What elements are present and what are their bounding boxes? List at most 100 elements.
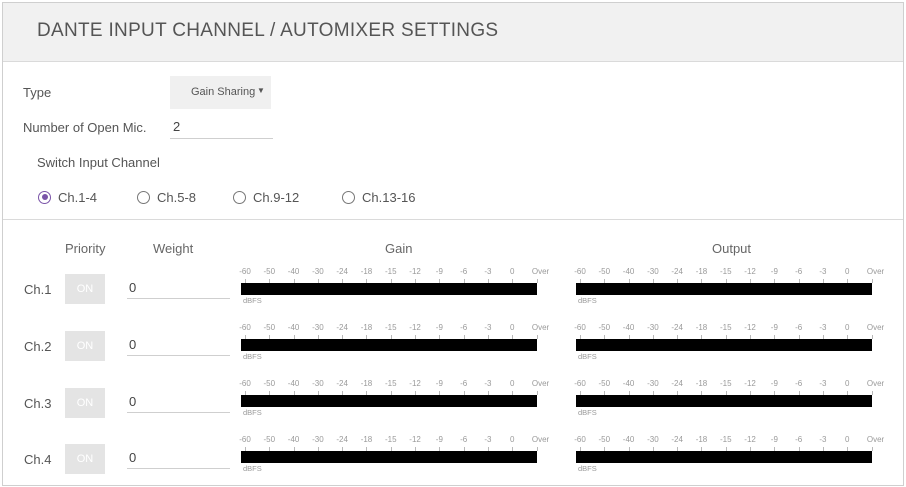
scale-label: -15 bbox=[719, 323, 732, 332]
scale-label: -9 bbox=[770, 379, 778, 388]
scale-label: -6 bbox=[460, 435, 468, 444]
radio-ch5-8[interactable]: Ch.5-8 bbox=[137, 187, 196, 207]
type-select[interactable]: Gain Sharing ▼ bbox=[170, 76, 271, 109]
scale-label: 0 bbox=[845, 435, 850, 444]
scale-label: -3 bbox=[819, 267, 827, 276]
scale-label: -15 bbox=[384, 323, 397, 332]
scale-label: -18 bbox=[695, 267, 708, 276]
scale-label: -18 bbox=[360, 323, 373, 332]
scale-label: -3 bbox=[819, 379, 827, 388]
open-mic-input[interactable]: 2 bbox=[170, 119, 273, 139]
scale-label: -24 bbox=[336, 379, 348, 388]
meter-scale: -60 -50 -40 -30 -24 -18 -15 -12 -9 -6 -3 0 Over bbox=[239, 379, 551, 389]
meter-unit: dBFS bbox=[243, 296, 262, 305]
scale-label: -3 bbox=[484, 323, 492, 332]
scale-label: -15 bbox=[719, 435, 732, 444]
scale-label: -50 bbox=[598, 267, 611, 276]
type-select-value: Gain Sharing bbox=[191, 86, 256, 98]
scale-label: -50 bbox=[598, 323, 611, 332]
scale-label: -60 bbox=[574, 379, 586, 388]
scale-label: -60 bbox=[239, 323, 251, 332]
scale-label: -6 bbox=[795, 379, 803, 388]
open-mic-label: Number of Open Mic. bbox=[23, 120, 147, 135]
scale-label: -6 bbox=[795, 267, 803, 276]
scale-label: Over bbox=[531, 379, 550, 388]
dropdown-caret-icon: ▼ bbox=[257, 86, 265, 95]
radio-label: Ch.13-16 bbox=[362, 189, 416, 205]
scale-label: -3 bbox=[484, 267, 492, 276]
scale-label: -40 bbox=[287, 267, 300, 276]
scale-label: -18 bbox=[360, 435, 373, 444]
scale-label: -60 bbox=[574, 435, 586, 444]
section-divider bbox=[3, 219, 903, 220]
scale-label: -30 bbox=[647, 435, 659, 444]
scale-label: -40 bbox=[287, 323, 300, 332]
scale-label: Over bbox=[866, 323, 885, 332]
meter-scale: -60 -50 -40 -30 -24 -18 -15 -12 -9 -6 -3 0 Over bbox=[239, 267, 551, 277]
radio-ch9-12[interactable]: Ch.9-12 bbox=[233, 187, 299, 207]
scale-label: -18 bbox=[360, 267, 373, 276]
radio-ch1-4[interactable]: Ch.1-4 bbox=[38, 187, 97, 207]
scale-label: -12 bbox=[409, 323, 421, 332]
scale-label: 0 bbox=[845, 267, 850, 276]
radio-icon bbox=[137, 190, 150, 204]
scale-label: -18 bbox=[695, 379, 708, 388]
scale-label: -3 bbox=[819, 323, 827, 332]
radio-label: Ch.9-12 bbox=[253, 189, 300, 205]
scale-label: -30 bbox=[647, 267, 659, 276]
scale-label: -24 bbox=[671, 435, 683, 444]
scale-label: -6 bbox=[460, 323, 468, 332]
scale-label: -3 bbox=[819, 435, 827, 444]
weight-input[interactable]: 0 bbox=[127, 450, 230, 469]
priority-on-button[interactable]: ON bbox=[65, 274, 105, 304]
meter-unit: dBFS bbox=[243, 408, 262, 417]
scale-label: -15 bbox=[384, 267, 397, 276]
weight-input[interactable]: 0 bbox=[127, 280, 230, 299]
output-header: Output bbox=[712, 241, 752, 256]
scale-label: Over bbox=[866, 379, 885, 388]
radio-selected-icon bbox=[38, 190, 51, 204]
scale-label: -30 bbox=[312, 323, 324, 332]
scale-label: -9 bbox=[770, 435, 778, 444]
meter-bar bbox=[576, 451, 872, 463]
scale-label: 0 bbox=[845, 379, 850, 388]
scale-label: -40 bbox=[287, 379, 300, 388]
scale-label: -50 bbox=[263, 379, 276, 388]
meter-unit: dBFS bbox=[578, 352, 597, 361]
scale-label: -15 bbox=[384, 435, 397, 444]
priority-header: Priority bbox=[65, 241, 106, 256]
scale-label: 0 bbox=[845, 323, 850, 332]
priority-on-button[interactable]: ON bbox=[65, 444, 105, 474]
scale-label: -15 bbox=[384, 379, 397, 388]
scale-label: -24 bbox=[336, 323, 348, 332]
gain-meter: -60 -50 -40 -30 -24 -18 -15 -12 -9 -6 -3 0 Over dBFS bbox=[239, 379, 551, 419]
priority-on-button[interactable]: ON bbox=[65, 388, 105, 418]
priority-on-button[interactable]: ON bbox=[65, 331, 105, 361]
scale-label: -60 bbox=[239, 435, 251, 444]
scale-label: -9 bbox=[435, 379, 443, 388]
scale-label: Over bbox=[531, 323, 550, 332]
gain-meter: -60 -50 -40 -30 -24 -18 -15 -12 -9 -6 -3 0 Over dBFS bbox=[239, 435, 551, 475]
scale-label: Over bbox=[531, 267, 550, 276]
scale-label: -9 bbox=[435, 323, 443, 332]
meter-unit: dBFS bbox=[243, 464, 262, 473]
scale-label: 0 bbox=[510, 267, 515, 276]
meter-scale: -60 -50 -40 -30 -24 -18 -15 -12 -9 -6 -3 0 Over bbox=[239, 323, 551, 333]
scale-label: -24 bbox=[671, 267, 683, 276]
scale-label: -24 bbox=[336, 267, 348, 276]
scale-label: -50 bbox=[598, 435, 611, 444]
scale-label: -24 bbox=[336, 435, 348, 444]
scale-label: -3 bbox=[484, 435, 492, 444]
scale-label: -18 bbox=[695, 323, 708, 332]
scale-label: -6 bbox=[460, 379, 468, 388]
radio-icon bbox=[342, 190, 355, 204]
scale-label: -30 bbox=[647, 323, 659, 332]
scale-label: -6 bbox=[795, 323, 803, 332]
scale-label: -60 bbox=[239, 379, 251, 388]
panel-header: DANTE INPUT CHANNEL / AUTOMIXER SETTINGS bbox=[3, 3, 903, 62]
scale-label: -30 bbox=[312, 267, 324, 276]
weight-input[interactable]: 0 bbox=[127, 394, 230, 413]
radio-ch13-16[interactable]: Ch.13-16 bbox=[342, 187, 415, 207]
radio-label: Ch.5-8 bbox=[157, 189, 197, 205]
weight-input[interactable]: 0 bbox=[127, 337, 230, 356]
